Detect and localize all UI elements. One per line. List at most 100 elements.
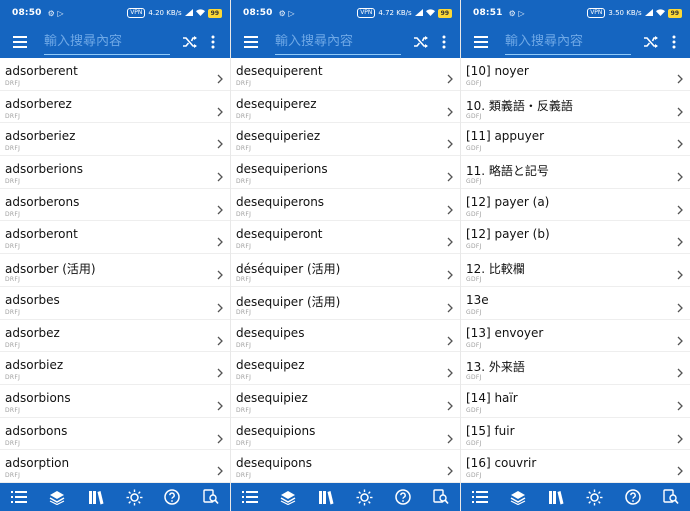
search-box[interactable]	[44, 30, 170, 55]
status-bar: 08:50 ⚙ ▷ VPN 4.72 KB/s 99	[231, 0, 460, 26]
search-history-icon[interactable]	[202, 488, 220, 506]
list-item[interactable]: adsorption DRFJ	[0, 450, 230, 483]
chevron-right-icon	[446, 102, 454, 117]
layers-icon[interactable]	[48, 488, 66, 506]
shuffle-icon[interactable]	[180, 32, 200, 52]
menu-icon[interactable]	[239, 30, 263, 54]
chevron-right-icon	[446, 69, 454, 84]
list-item[interactable]: adsorberont DRFJ	[0, 221, 230, 255]
layers-icon[interactable]	[279, 488, 297, 506]
brightness-icon[interactable]	[125, 488, 143, 506]
phone-screen: 08:50 ⚙ ▷ VPN 4.20 KB/s 99 adsorberent D…	[0, 0, 230, 511]
list-item[interactable]: 13e GDFJ	[461, 287, 690, 320]
search-box[interactable]	[275, 30, 401, 55]
list-item[interactable]: 11. 略語と記号 GDFJ	[461, 156, 690, 189]
list-item[interactable]: desequiper (活用) DRFJ	[231, 287, 460, 320]
list-item[interactable]: 10. 類義語・反義語 GDFJ	[461, 91, 690, 124]
list-item[interactable]: desequiperent DRFJ	[231, 58, 460, 91]
chevron-right-icon	[676, 461, 684, 476]
search-input[interactable]	[505, 34, 631, 49]
layers-icon[interactable]	[509, 488, 527, 506]
list-item[interactable]: adsorberons DRFJ	[0, 189, 230, 222]
list-item[interactable]: adsorbons DRFJ	[0, 418, 230, 451]
list-item[interactable]: [12] payer (b) GDFJ	[461, 221, 690, 255]
list-item[interactable]: desequiperions DRFJ	[231, 156, 460, 189]
list-item[interactable]: desequiperons DRFJ	[231, 189, 460, 222]
dictionary-tag: DRFJ	[5, 112, 21, 120]
list-item[interactable]: adsorber (活用) DRFJ	[0, 254, 230, 287]
word-list[interactable]: [10] noyer GDFJ 10. 類義語・反義語 GDFJ [11] ap…	[461, 58, 690, 483]
search-input[interactable]	[44, 34, 170, 49]
list-item[interactable]: [11] appuyer GDFJ	[461, 123, 690, 157]
list-item[interactable]: desequipiez DRFJ	[231, 385, 460, 418]
more-vert-icon[interactable]	[435, 32, 453, 52]
dictionary-tag: DRFJ	[5, 341, 21, 349]
menu-icon[interactable]	[469, 30, 493, 54]
list-item[interactable]: [13] envoyer GDFJ	[461, 320, 690, 353]
list-item[interactable]: adsorbions DRFJ	[0, 385, 230, 418]
help-icon[interactable]	[163, 488, 181, 506]
brightness-icon[interactable]	[356, 488, 374, 506]
more-vert-icon[interactable]	[204, 32, 222, 52]
books-icon[interactable]	[87, 488, 105, 506]
books-icon[interactable]	[547, 488, 565, 506]
help-icon[interactable]	[624, 488, 642, 506]
list-item[interactable]: adsorberiez DRFJ	[0, 123, 230, 157]
list-icon[interactable]	[10, 488, 28, 506]
search-history-icon[interactable]	[662, 488, 680, 506]
list-item[interactable]: adsorbez DRFJ	[0, 320, 230, 353]
list-item[interactable]: 12. 比較欄 GDFJ	[461, 254, 690, 287]
search-history-icon[interactable]	[432, 488, 450, 506]
list-icon[interactable]	[241, 488, 259, 506]
list-item[interactable]: adsorberions DRFJ	[0, 156, 230, 189]
list-item[interactable]: desequipes DRFJ	[231, 320, 460, 353]
status-right: VPN 4.72 KB/s 99	[357, 8, 452, 18]
list-item[interactable]: adsorbes DRFJ	[0, 287, 230, 320]
more-vert-icon[interactable]	[665, 32, 683, 52]
menu-icon[interactable]	[8, 30, 32, 54]
chevron-right-icon	[216, 69, 224, 84]
list-item[interactable]: desequipons DRFJ	[231, 450, 460, 483]
search-input[interactable]	[275, 34, 401, 49]
dictionary-tag: DRFJ	[236, 276, 252, 284]
entry-word: 10. 類義語・反義語	[466, 98, 573, 113]
word-list[interactable]: desequiperent DRFJ desequiperez DRFJ des…	[231, 58, 460, 483]
list-item[interactable]: [15] fuir GDFJ	[461, 418, 690, 451]
list-item[interactable]: adsorberez DRFJ	[0, 91, 230, 124]
list-item[interactable]: [10] noyer GDFJ	[461, 58, 690, 91]
list-item[interactable]: 13. 外来語 GDFJ	[461, 352, 690, 385]
list-item[interactable]: adsorberent DRFJ	[0, 58, 230, 91]
entry-word: adsorbions	[5, 390, 71, 405]
notification-icons: ⚙ ▷	[47, 8, 64, 18]
entry-word: adsorbes	[5, 292, 60, 307]
list-item[interactable]: desequiperont DRFJ	[231, 221, 460, 255]
dictionary-tag: GDFJ	[466, 145, 482, 153]
network-speed: 4.72 KB/s	[378, 9, 412, 17]
dictionary-tag: DRFJ	[5, 210, 21, 218]
word-list[interactable]: adsorberent DRFJ adsorberez DRFJ adsorbe…	[0, 58, 230, 483]
brightness-icon[interactable]	[586, 488, 604, 506]
search-box[interactable]	[505, 30, 631, 55]
list-item[interactable]: déséquiper (活用) DRFJ	[231, 254, 460, 287]
list-icon[interactable]	[471, 488, 489, 506]
dictionary-tag: DRFJ	[5, 276, 21, 284]
list-item[interactable]: [12] payer (a) GDFJ	[461, 189, 690, 222]
list-item[interactable]: [16] couvrir GDFJ	[461, 450, 690, 483]
dictionary-tag: GDFJ	[466, 112, 482, 120]
list-item[interactable]: desequiperiez DRFJ	[231, 123, 460, 157]
chevron-right-icon	[676, 396, 684, 411]
list-item[interactable]: desequiperez DRFJ	[231, 91, 460, 124]
list-item[interactable]: [14] haïr GDFJ	[461, 385, 690, 418]
dictionary-tag: DRFJ	[5, 145, 21, 153]
books-icon[interactable]	[317, 488, 335, 506]
entry-word: desequipons	[236, 456, 313, 471]
list-item[interactable]: desequipions DRFJ	[231, 418, 460, 451]
status-time: 08:50	[12, 8, 42, 18]
list-item[interactable]: adsorbiez DRFJ	[0, 352, 230, 385]
shuffle-icon[interactable]	[411, 32, 431, 52]
chevron-right-icon	[216, 102, 224, 117]
shuffle-icon[interactable]	[641, 32, 661, 52]
dictionary-tag: GDFJ	[466, 276, 482, 284]
help-icon[interactable]	[394, 488, 412, 506]
list-item[interactable]: desequipez DRFJ	[231, 352, 460, 385]
